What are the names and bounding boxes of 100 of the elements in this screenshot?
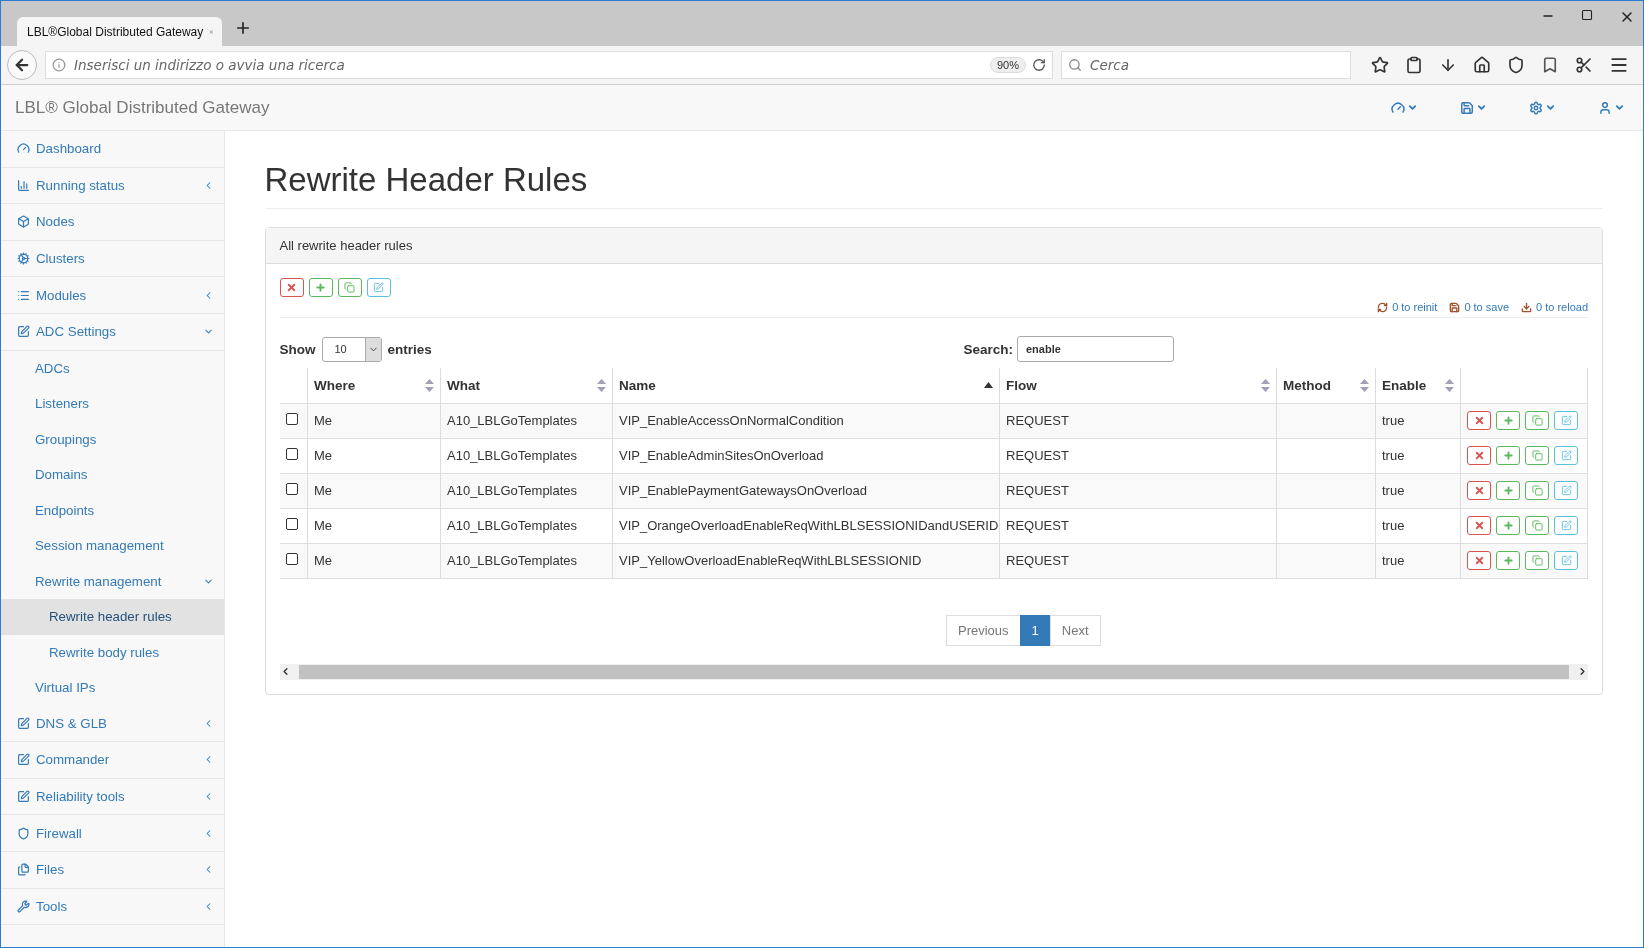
previous-button[interactable]: Previous bbox=[945, 614, 1021, 646]
copy-button[interactable] bbox=[337, 278, 362, 297]
plus-icon bbox=[1502, 555, 1514, 566]
delete-button[interactable] bbox=[279, 278, 304, 297]
copy-button[interactable] bbox=[1525, 411, 1549, 430]
delete-button[interactable] bbox=[1467, 411, 1491, 430]
row-checkbox[interactable] bbox=[285, 553, 298, 565]
copy-button[interactable] bbox=[1525, 481, 1549, 500]
sidebar-item[interactable]: Endpoints bbox=[1, 492, 224, 529]
sidebar-item[interactable]: Rewrite management bbox=[1, 563, 224, 600]
table-cell: REQUEST bbox=[999, 543, 1277, 578]
edit-button[interactable] bbox=[1554, 551, 1578, 570]
page-title: Rewrite Header Rules bbox=[264, 161, 1603, 209]
column-header[interactable]: Name bbox=[612, 368, 1000, 403]
zoom-level[interactable]: 90% bbox=[989, 57, 1026, 73]
edit-button[interactable] bbox=[1554, 516, 1578, 535]
table-cell: A10_LBLGoTemplates bbox=[440, 403, 613, 438]
address-input[interactable]: Inserisci un indirizzo o avvia una ricerca bbox=[72, 56, 984, 74]
caret-icon bbox=[1407, 102, 1418, 113]
row-checkbox[interactable] bbox=[285, 413, 298, 425]
copy-button[interactable] bbox=[1525, 446, 1549, 465]
column-header[interactable]: Enable bbox=[1375, 368, 1461, 403]
sidebar-item[interactable]: Groupings bbox=[1, 421, 224, 458]
sidebar-item[interactable]: Running status bbox=[1, 167, 224, 205]
chevron-right-icon[interactable] bbox=[1577, 666, 1588, 677]
table-cell: A10_LBLGoTemplates bbox=[440, 543, 613, 578]
sidebar-item[interactable]: Rewrite header rules bbox=[1, 599, 224, 635]
page-button[interactable]: 1 bbox=[1019, 614, 1051, 646]
shield-icon bbox=[1507, 56, 1525, 74]
delete-button[interactable] bbox=[1467, 551, 1491, 570]
table-cell: Me bbox=[307, 543, 441, 578]
status-link[interactable]: 0 to save bbox=[1449, 301, 1509, 313]
add-button[interactable] bbox=[1496, 516, 1520, 535]
star-icon bbox=[1371, 56, 1389, 74]
edit-button[interactable] bbox=[1554, 411, 1578, 430]
add-button[interactable] bbox=[1496, 411, 1520, 430]
sidebar-item[interactable]: Reliability tools bbox=[1, 778, 224, 816]
address-bar[interactable]: Inserisci un indirizzo o avvia una ricerca 90% bbox=[45, 51, 1053, 79]
sidebar-item[interactable]: Tools bbox=[1, 888, 224, 926]
entries-label: entries bbox=[387, 341, 432, 357]
close-icon bbox=[1473, 450, 1485, 461]
sidebar-item[interactable]: Dashboard bbox=[1, 131, 224, 168]
column-header[interactable]: What bbox=[440, 368, 613, 403]
search-input[interactable]: enable bbox=[1017, 336, 1174, 362]
entries-select[interactable]: 10 bbox=[321, 336, 382, 362]
table-cell: A10_LBLGoTemplates bbox=[440, 508, 613, 543]
menu-item-icon bbox=[17, 716, 30, 730]
delete-button[interactable] bbox=[1467, 481, 1491, 500]
sort-ascending-icon bbox=[984, 382, 993, 389]
add-button[interactable] bbox=[1496, 481, 1520, 500]
sidebar-item[interactable]: Domains bbox=[1, 457, 224, 493]
scissors-icon bbox=[1575, 56, 1593, 74]
status-link[interactable]: 0 to reinit bbox=[1377, 301, 1438, 313]
table-cell: true bbox=[1375, 438, 1461, 473]
sidebar-item[interactable]: Nodes bbox=[1, 204, 224, 241]
sidebar-item[interactable]: Virtual IPs bbox=[1, 670, 224, 706]
sidebar-item[interactable]: Commander bbox=[1, 742, 224, 779]
back-button[interactable] bbox=[7, 50, 37, 80]
status-link[interactable]: 0 to reload bbox=[1521, 301, 1588, 313]
copy-button[interactable] bbox=[1525, 551, 1549, 570]
sidebar-item[interactable]: ADC Settings bbox=[1, 313, 224, 351]
sidebar-item[interactable]: DNS & GLB bbox=[1, 705, 224, 743]
sidebar-item[interactable]: Modules bbox=[1, 277, 224, 314]
table-cell: VIP_EnableAdminSitesOnOverload bbox=[612, 438, 1000, 473]
sidebar-item[interactable]: Rewrite body rules bbox=[1, 634, 224, 671]
gauge-icon bbox=[1391, 100, 1405, 115]
menu-item-icon bbox=[17, 178, 30, 192]
sidebar-item[interactable]: Listeners bbox=[1, 386, 224, 422]
menu-item-icon bbox=[17, 288, 30, 302]
sidebar-item[interactable]: Files bbox=[1, 851, 224, 889]
row-checkbox[interactable] bbox=[285, 448, 298, 460]
column-header[interactable]: Flow bbox=[999, 368, 1277, 403]
next-button[interactable]: Next bbox=[1049, 614, 1101, 646]
add-button[interactable] bbox=[1496, 551, 1520, 570]
menu-item-icon bbox=[17, 753, 30, 767]
delete-button[interactable] bbox=[1467, 516, 1491, 535]
copy-button[interactable] bbox=[1525, 516, 1549, 535]
column-header[interactable]: Method bbox=[1276, 368, 1376, 403]
edit-button[interactable] bbox=[366, 278, 391, 297]
add-button[interactable] bbox=[1496, 446, 1520, 465]
sidebar-item[interactable]: Firewall bbox=[1, 815, 224, 852]
sidebar-item[interactable]: Clusters bbox=[1, 240, 224, 278]
horizontal-scrollbar[interactable] bbox=[279, 663, 1588, 680]
column-header[interactable]: Where bbox=[307, 368, 441, 403]
delete-button[interactable] bbox=[1467, 446, 1491, 465]
browser-tab[interactable]: LBL®Global Distributed Gateway bbox=[17, 17, 222, 46]
search-field[interactable]: Cerca bbox=[1061, 51, 1351, 79]
table-cell: REQUEST bbox=[999, 403, 1277, 438]
search-input[interactable]: Cerca bbox=[1088, 56, 1344, 74]
table-cell: A10_LBLGoTemplates bbox=[440, 438, 613, 473]
menu-item-icon bbox=[17, 899, 30, 913]
add-button[interactable] bbox=[308, 278, 333, 297]
sidebar-item[interactable]: Session management bbox=[1, 528, 224, 564]
edit-button[interactable] bbox=[1554, 481, 1578, 500]
sort-icon bbox=[1261, 378, 1270, 392]
row-checkbox[interactable] bbox=[285, 483, 298, 495]
edit-icon bbox=[1560, 520, 1572, 531]
sidebar-item[interactable]: ADCs bbox=[1, 350, 224, 387]
edit-button[interactable] bbox=[1554, 446, 1578, 465]
row-checkbox[interactable] bbox=[285, 518, 298, 530]
